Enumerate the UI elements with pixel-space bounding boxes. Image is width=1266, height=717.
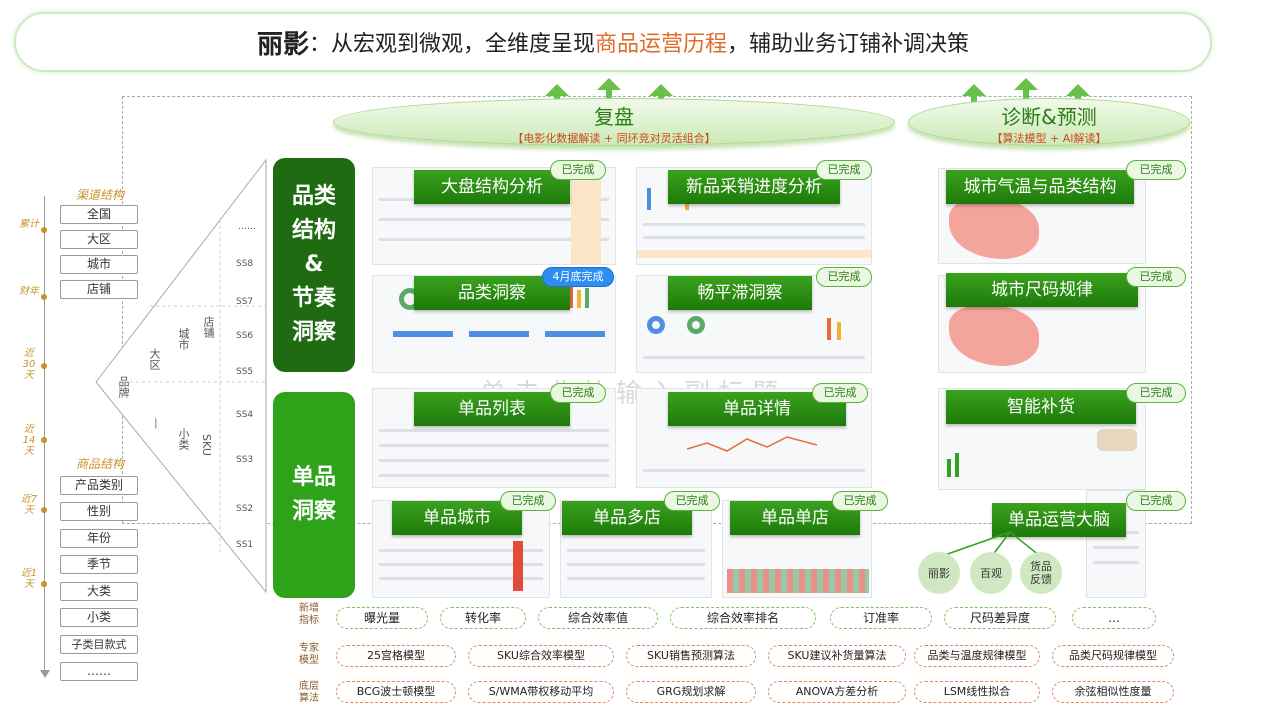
algorithm-pill: S/WMA带权移动平均 [468, 681, 614, 703]
timeline-label: 近14天 [22, 424, 36, 457]
model-pill: SKU综合效率模型 [468, 645, 614, 667]
model-pill: 25宫格模型 [336, 645, 456, 667]
review-section-header: 复盘 【电影化数据解读 + 同环竞对灵活组合】 [333, 98, 895, 146]
brain-input-liying: 丽影 [918, 552, 960, 594]
metric-pill: 尺码差异度 [944, 607, 1056, 629]
metric-pill: 综合效率排名 [670, 607, 816, 629]
status-badge: 已完成 [816, 160, 872, 180]
timeline-dot [41, 581, 47, 587]
algorithm-pill: LSM线性拟合 [914, 681, 1040, 703]
brand-name: 丽影 [256, 29, 309, 60]
product-item[interactable]: …… [60, 662, 138, 681]
pyramid-brand: 品牌 [117, 376, 130, 398]
ss-level: SS4 [236, 410, 254, 420]
status-badge: 已完成 [812, 383, 868, 403]
product-item[interactable]: 子类目款式 [60, 635, 138, 654]
ss-level: SS1 [236, 540, 254, 550]
metric-pill: 曝光量 [336, 607, 428, 629]
metric-pill: 订准率 [830, 607, 932, 629]
ss-level: SS2 [236, 504, 254, 514]
module-label[interactable]: 单品列表 [414, 392, 570, 426]
header-highlight: 商品运营历程 [595, 32, 728, 57]
timeline-label: 近30天 [22, 348, 36, 381]
module-label[interactable]: 大盘结构分析 [414, 170, 570, 204]
category-structure-block: 品类 结构 & 节奏 洞察 [273, 158, 355, 372]
pyramid-store: 店铺 [202, 316, 215, 338]
header-text-pre: ：从宏观到微观，全维度呈现 [308, 32, 595, 57]
status-badge: 已完成 [1126, 491, 1186, 511]
timeline-dot [41, 294, 47, 300]
module-label[interactable]: 城市尺码规律 [946, 273, 1138, 307]
pyramid-sku: SKU [200, 434, 213, 456]
header-banner: 丽影 ：从宏观到微观，全维度呈现 商品运营历程 ，辅助业务订铺补调决策 [14, 12, 1212, 72]
timeline-label: 累计 [19, 219, 39, 230]
timeline-axis [44, 196, 45, 672]
expert-models-label: 专家 模型 [299, 643, 319, 666]
status-badge: 4月底完成 [542, 267, 614, 287]
ss-level: SS3 [236, 455, 254, 465]
algorithm-pill: 余弦相似性度量 [1052, 681, 1174, 703]
ss-level: SS6 [236, 331, 254, 341]
timeline-label: 财年 [19, 286, 39, 297]
timeline-dot [41, 363, 47, 369]
diagnose-section-header: 诊断&预测 【算法模型 + AI解读】 [908, 98, 1190, 146]
model-pill: SKU销售预测算法 [626, 645, 756, 667]
status-badge: 已完成 [832, 491, 888, 511]
timeline-dot [41, 507, 47, 513]
pyramid-dots: …… [238, 222, 256, 232]
pyramid-region: 大区 [148, 348, 161, 370]
model-pill: SKU建议补货量算法 [768, 645, 906, 667]
status-badge: 已完成 [550, 383, 606, 403]
model-pill: 品类与温度规律模型 [914, 645, 1040, 667]
timeline-arrow [40, 670, 50, 678]
review-title: 复盘 [594, 105, 634, 129]
up-arrows-diagnose [962, 78, 1092, 105]
diagnose-title: 诊断&预测 [1001, 105, 1097, 129]
algorithm-pill: BCG波士顿模型 [336, 681, 456, 703]
new-metrics-label: 新增 指标 [299, 603, 319, 626]
timeline-dot [41, 227, 47, 233]
item-insight-block: 单品 洞察 [273, 392, 355, 598]
pyramid-dash: — [150, 418, 163, 429]
metric-pill: 综合效率值 [538, 607, 658, 629]
module-label[interactable]: 畅平滞洞察 [668, 276, 812, 310]
status-badge: 已完成 [664, 491, 720, 511]
module-label[interactable]: 新品采销进度分析 [668, 170, 840, 204]
module-label[interactable]: 智能补货 [946, 390, 1136, 424]
brain-input-feedback: 货品 反馈 [1020, 552, 1062, 594]
status-badge: 已完成 [550, 160, 606, 180]
pyramid-city: 城市 [177, 328, 190, 350]
timeline-dot [41, 437, 47, 443]
pyramid-subcat: 小类 [177, 428, 190, 450]
status-badge: 已完成 [1126, 267, 1186, 287]
model-pill: 品类尺码规律模型 [1052, 645, 1174, 667]
module-label[interactable]: 城市气温与品类结构 [946, 170, 1134, 204]
timeline-label: 近1天 [20, 568, 38, 590]
brain-input-baiguan: 百观 [970, 552, 1012, 594]
product-item[interactable]: 小类 [60, 608, 138, 627]
up-arrows-review [545, 78, 675, 105]
status-badge: 已完成 [816, 267, 872, 287]
ss-level: SS8 [236, 259, 254, 269]
timeline-label: 近7天 [20, 494, 38, 516]
metric-pill: 转化率 [440, 607, 526, 629]
ss-level: SS7 [236, 297, 254, 307]
algorithm-pill: GRG规划求解 [626, 681, 756, 703]
algorithm-pill: ANOVA方差分析 [768, 681, 906, 703]
diagnose-subtitle: 【算法模型 + AI解读】 [991, 132, 1107, 145]
metric-pill: … [1072, 607, 1156, 629]
status-badge: 已完成 [1126, 383, 1186, 403]
base-algorithms-label: 底层 算法 [299, 681, 319, 704]
ss-level: SS5 [236, 367, 254, 377]
status-badge: 已完成 [1126, 160, 1186, 180]
header-text-post: ，辅助业务订铺补调决策 [727, 32, 970, 57]
status-badge: 已完成 [500, 491, 556, 511]
review-subtitle: 【电影化数据解读 + 同环竞对灵活组合】 [512, 132, 716, 145]
